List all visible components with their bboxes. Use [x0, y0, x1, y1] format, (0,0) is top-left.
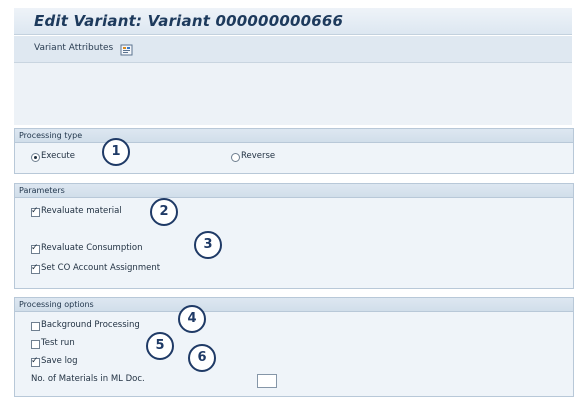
revaluate-consumption-box[interactable]: ✓	[31, 243, 40, 254]
materials-in-ml-doc-label: No. of Materials in ML Doc.	[31, 374, 145, 384]
callout-6: 6	[188, 344, 216, 372]
background-processing-box[interactable]	[31, 322, 40, 331]
save-log-checkbox[interactable]: ✓ Save log	[31, 356, 131, 368]
parameters-title: Parameters	[19, 186, 65, 195]
title-bar: Edit Variant: Variant 000000000666	[14, 8, 572, 35]
revaluate-material-box[interactable]: ✓	[31, 206, 40, 217]
execute-label: Execute	[41, 151, 75, 161]
background-processing-label: Background Processing	[41, 320, 140, 330]
execute-radio-button[interactable]	[31, 153, 40, 162]
toolbar: Variant Attributes	[14, 36, 572, 63]
parameters-header: Parameters	[15, 184, 573, 198]
test-run-checkbox[interactable]: Test run	[31, 338, 131, 350]
callout-5: 5	[146, 332, 174, 360]
callout-4: 4	[178, 305, 206, 333]
test-run-box[interactable]	[31, 340, 40, 349]
revaluate-consumption-checkbox[interactable]: ✓ Revaluate Consumption	[31, 243, 211, 255]
callout-1: 1	[102, 138, 130, 166]
checkmark-icon: ✓	[31, 206, 39, 216]
set-co-account-label: Set CO Account Assignment	[41, 263, 161, 273]
content-spacer	[14, 63, 572, 125]
save-log-box[interactable]: ✓	[31, 356, 40, 367]
revaluate-consumption-label: Revaluate Consumption	[41, 243, 143, 253]
materials-in-ml-doc-input[interactable]	[257, 374, 277, 388]
execute-radio[interactable]: Execute	[31, 151, 151, 163]
variant-attributes-button[interactable]: Variant Attributes	[34, 43, 113, 53]
processing-type-header: Processing type	[15, 129, 573, 143]
set-co-account-checkbox[interactable]: ✓ Set CO Account Assignment	[31, 263, 231, 275]
callout-3: 3	[194, 231, 222, 259]
window-title: Edit Variant: Variant 000000000666	[34, 12, 344, 30]
background-processing-checkbox[interactable]: Background Processing	[31, 320, 201, 332]
materials-in-ml-doc-row: No. of Materials in ML Doc.	[31, 374, 281, 388]
revaluate-material-label: Revaluate material	[41, 206, 122, 216]
checkmark-icon: ✓	[31, 263, 39, 273]
checkmark-icon: ✓	[31, 356, 39, 366]
processing-options-title: Processing options	[19, 300, 94, 309]
reverse-radio[interactable]: Reverse	[231, 151, 351, 163]
checkmark-icon: ✓	[31, 243, 39, 253]
processing-options-header: Processing options	[15, 298, 573, 312]
reverse-radio-button[interactable]	[231, 153, 240, 162]
variant-attributes-icon[interactable]	[120, 41, 133, 56]
parameters-group: Parameters ✓ Revaluate material ✓ Revalu…	[14, 183, 574, 289]
set-co-account-box[interactable]: ✓	[31, 263, 40, 274]
processing-options-group: Processing options Background Processing…	[14, 297, 574, 397]
callout-2: 2	[150, 198, 178, 226]
reverse-label: Reverse	[241, 151, 276, 161]
test-run-label: Test run	[41, 338, 75, 348]
save-log-label: Save log	[41, 356, 78, 366]
processing-type-title: Processing type	[19, 131, 83, 140]
processing-type-group: Processing type Execute Reverse	[14, 128, 574, 174]
